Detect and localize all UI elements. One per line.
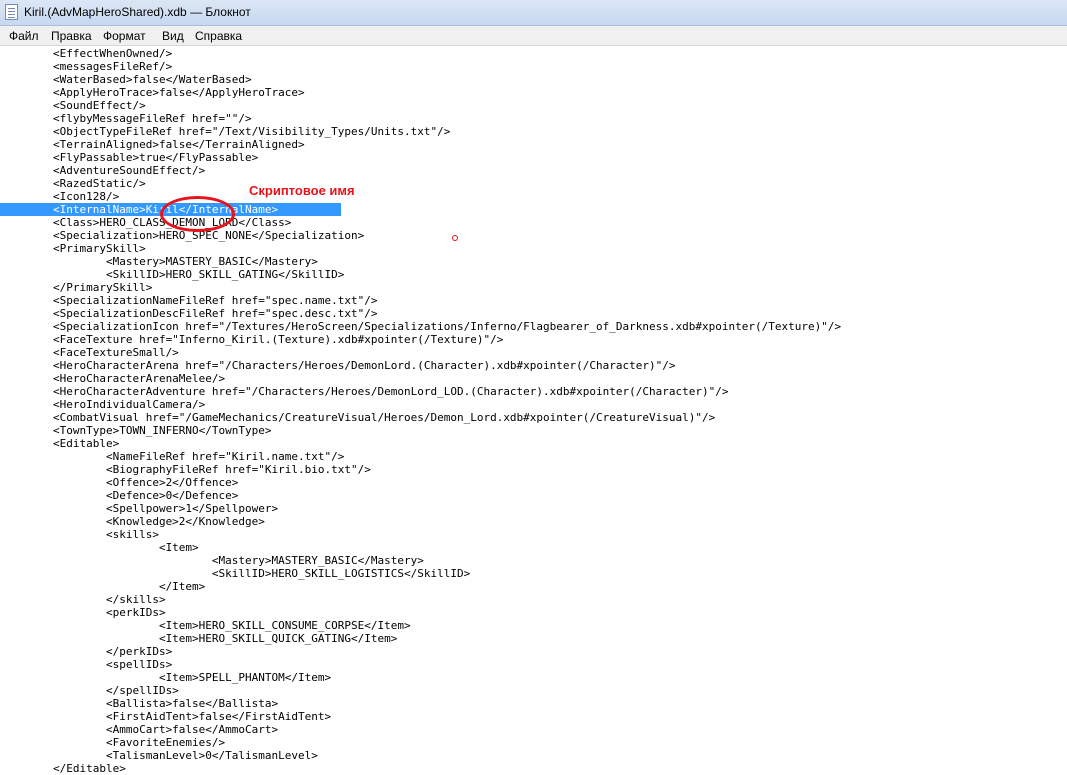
code-line: <Item>SPELL_PHANTOM</Item>: [0, 671, 332, 684]
code-line: <Knowledge>2</Knowledge>: [0, 515, 265, 528]
code-line: </spellIDs>: [0, 684, 179, 697]
menu-view[interactable]: Вид: [162, 29, 184, 43]
code-line: <TalismanLevel>0</TalismanLevel>: [0, 749, 318, 762]
code-line: </perkIDs>: [0, 645, 173, 658]
code-line: <Item>: [0, 541, 199, 554]
code-line: <HeroIndividualCamera/>: [0, 398, 206, 411]
code-line: <WaterBased>false</WaterBased>: [0, 73, 252, 86]
code-line: <SkillID>HERO_SKILL_LOGISTICS</SkillID>: [0, 567, 471, 580]
code-line: <SoundEffect/>: [0, 99, 146, 112]
code-line: <RazedStatic/>: [0, 177, 146, 190]
code-line: <FlyPassable>true</FlyPassable>: [0, 151, 259, 164]
code-line: <EffectWhenOwned/>: [0, 47, 173, 60]
code-line: <HeroCharacterArenaMelee/>: [0, 372, 226, 385]
code-line: <PrimarySkill>: [0, 242, 146, 255]
code-line: <flybyMessageFileRef href=""/>: [0, 112, 252, 125]
code-lines: <EffectWhenOwned/> <messagesFileRef/> <W…: [0, 47, 1067, 775]
code-line: <Offence>2</Offence>: [0, 476, 239, 489]
menu-bar: Файл Правка Формат Вид Справка: [0, 26, 1067, 46]
code-line: <Specialization>HERO_SPEC_NONE</Speciali…: [0, 229, 365, 242]
code-line: <AdventureSoundEffect/>: [0, 164, 206, 177]
code-line: <spellIDs>: [0, 658, 173, 671]
code-line: <skills>: [0, 528, 159, 541]
code-line: </PrimarySkill>: [0, 281, 153, 294]
code-line: <FirstAidTent>false</FirstAidTent>: [0, 710, 332, 723]
code-line: <FavoriteEnemies/>: [0, 736, 226, 749]
code-line: <BiographyFileRef href="Kiril.bio.txt"/>: [0, 463, 371, 476]
code-line: <AmmoCart>false</AmmoCart>: [0, 723, 279, 736]
code-line: <SkillID>HERO_SKILL_GATING</SkillID>: [0, 268, 345, 281]
code-line: <Spellpower>1</Spellpower>: [0, 502, 279, 515]
code-line: </skills>: [0, 593, 166, 606]
annotation-dot: [452, 235, 458, 241]
menu-help[interactable]: Справка: [195, 29, 242, 43]
code-line: <Defence>0</Defence>: [0, 489, 239, 502]
code-line: <Item>HERO_SKILL_CONSUME_CORPSE</Item>: [0, 619, 411, 632]
annotation-label: Скриптовое имя: [249, 183, 355, 198]
annotation-ellipse: [160, 196, 235, 232]
code-line: <NameFileRef href="Kiril.name.txt"/>: [0, 450, 345, 463]
code-line: <FaceTexture href="Inferno_Kiril.(Textur…: [0, 333, 504, 346]
code-line: <FaceTextureSmall/>: [0, 346, 179, 359]
code-line: <ApplyHeroTrace>false</ApplyHeroTrace>: [0, 86, 305, 99]
code-line: <HeroCharacterAdventure href="/Character…: [0, 385, 729, 398]
code-line: <perkIDs>: [0, 606, 166, 619]
code-line: <Item>HERO_SKILL_QUICK_GATING</Item>: [0, 632, 398, 645]
title-bar: Kiril.(AdvMapHeroShared).xdb — Блокнот: [0, 0, 1067, 26]
code-line: <Icon128/>: [0, 190, 120, 203]
window-title: Kiril.(AdvMapHeroShared).xdb — Блокнот: [24, 5, 251, 19]
code-line: <CombatVisual href="/GameMechanics/Creat…: [0, 411, 716, 424]
code-line: <ObjectTypeFileRef href="/Text/Visibilit…: [0, 125, 451, 138]
code-line: <SpecializationIcon href="/Textures/Hero…: [0, 320, 842, 333]
text-editor[interactable]: <EffectWhenOwned/> <messagesFileRef/> <W…: [0, 46, 1067, 775]
code-line: <Editable>: [0, 437, 120, 450]
menu-file[interactable]: Файл: [9, 29, 39, 43]
notepad-icon: [5, 4, 18, 20]
code-line: </Editable>: [0, 762, 126, 775]
code-line: <Ballista>false</Ballista>: [0, 697, 279, 710]
code-line: <HeroCharacterArena href="/Characters/He…: [0, 359, 676, 372]
code-line: <SpecializationNameFileRef href="spec.na…: [0, 294, 378, 307]
code-line: <Mastery>MASTERY_BASIC</Mastery>: [0, 554, 424, 567]
menu-format[interactable]: Формат: [103, 29, 146, 43]
code-line: <messagesFileRef/>: [0, 60, 173, 73]
code-line: <TerrainAligned>false</TerrainAligned>: [0, 138, 305, 151]
code-line: <TownType>TOWN_INFERNO</TownType>: [0, 424, 272, 437]
code-line: </Item>: [0, 580, 206, 593]
code-line: <SpecializationDescFileRef href="spec.de…: [0, 307, 378, 320]
code-line: <Mastery>MASTERY_BASIC</Mastery>: [0, 255, 318, 268]
menu-edit[interactable]: Правка: [51, 29, 92, 43]
